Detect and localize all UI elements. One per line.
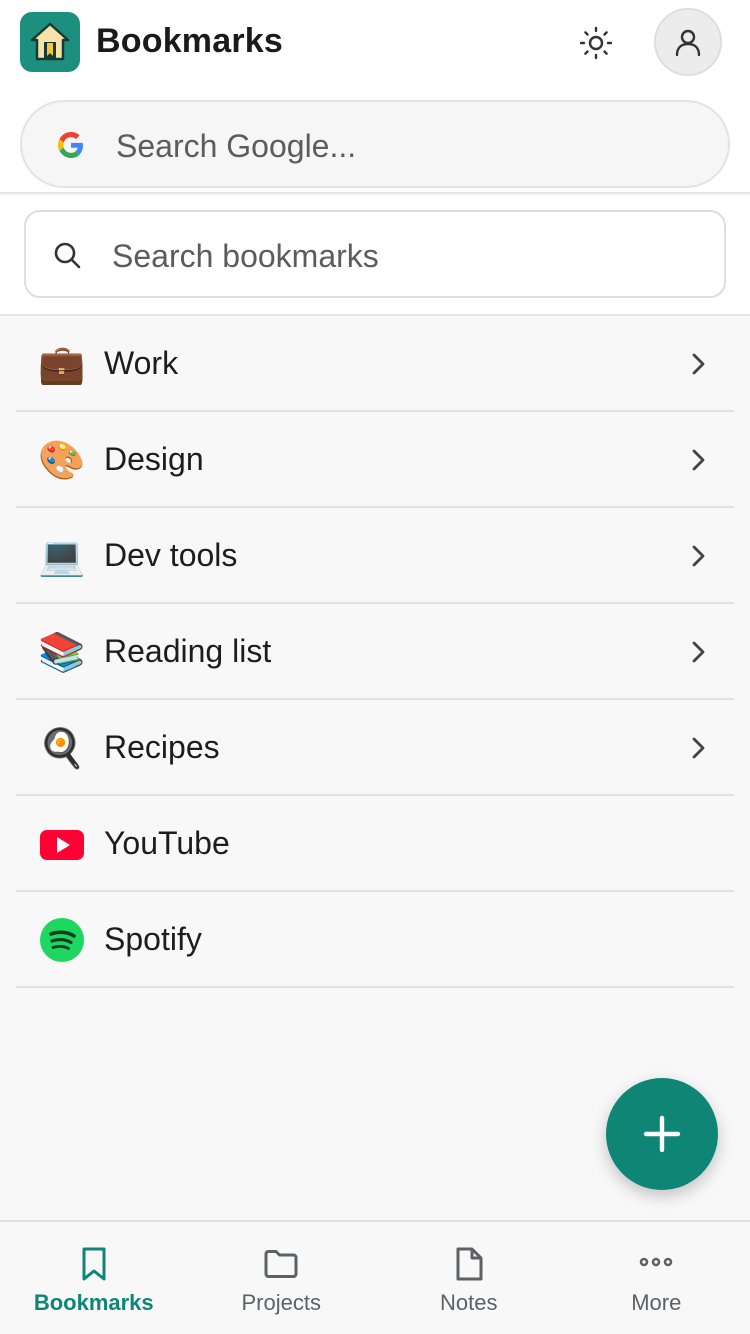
nav-label: Projects (241, 1290, 321, 1315)
nav-projects[interactable]: Projects (188, 1222, 376, 1334)
palette-emoji-icon: 🎨 (38, 438, 86, 482)
spotify-icon (38, 916, 86, 964)
sun-icon (579, 26, 613, 60)
list-item-dev-tools[interactable]: 💻 Dev tools (16, 508, 734, 604)
list-item-label: Work (104, 345, 179, 381)
google-search-input[interactable] (116, 122, 696, 170)
list-item-reading-list[interactable]: 📚 Reading list (16, 604, 734, 700)
chevron-right-icon (692, 737, 705, 759)
list-item-recipes[interactable]: 🍳 Recipes (16, 700, 734, 796)
user-avatar-button[interactable] (654, 8, 722, 76)
list-item-label: Design (104, 441, 204, 477)
user-icon (675, 29, 701, 57)
house-bookmark-icon (30, 22, 70, 61)
nav-notes[interactable]: Notes (375, 1222, 563, 1334)
nav-label: Notes (440, 1290, 498, 1315)
nav-bookmarks[interactable]: Bookmarks (0, 1222, 188, 1334)
list-item-spotify[interactable]: Spotify (16, 892, 734, 988)
briefcase-emoji-icon: 💼 (38, 342, 86, 386)
bookmark-search-input[interactable] (112, 232, 692, 280)
google-icon (58, 132, 83, 158)
list-item-label: Spotify (104, 921, 202, 957)
add-bookmark-button[interactable] (606, 1078, 718, 1190)
frying-pan-emoji-icon: 🍳 (38, 726, 86, 770)
theme-toggle-button[interactable] (570, 17, 622, 69)
list-item-label: Reading list (104, 633, 272, 669)
nav-more[interactable]: More (563, 1222, 750, 1334)
app-logo (20, 12, 80, 72)
youtube-icon (38, 820, 86, 868)
more-dots-icon (639, 1257, 673, 1267)
folder-icon (264, 1250, 298, 1278)
header: Bookmarks (0, 0, 750, 194)
laptop-emoji-icon: 💻 (38, 534, 86, 578)
list-item-label: Dev tools (104, 537, 238, 573)
chevron-right-icon (692, 449, 705, 471)
plus-icon (643, 1115, 681, 1153)
bottom-navigation: Bookmarks Projects Notes More (0, 1220, 750, 1334)
list-item-label: YouTube (104, 825, 230, 861)
google-search-bar[interactable] (20, 100, 730, 188)
app-title: Bookmarks (96, 22, 283, 60)
chevron-right-icon (692, 353, 705, 375)
books-emoji-icon: 📚 (38, 630, 86, 674)
list-item-label: Recipes (104, 729, 220, 765)
chevron-right-icon (692, 545, 705, 567)
bookmark-search-section (0, 196, 750, 316)
list-item-work[interactable]: 💼 Work (16, 316, 734, 412)
search-icon (54, 242, 81, 269)
nav-label: More (631, 1290, 682, 1315)
list-item-design[interactable]: 🎨 Design (16, 412, 734, 508)
bookmark-list: 💼 Work 🎨 Design 💻 Dev tools 📚 Reading li… (16, 316, 734, 988)
bookmark-icon (82, 1247, 106, 1281)
list-item-youtube[interactable]: YouTube (16, 796, 734, 892)
bookmark-search-bar[interactable] (24, 210, 726, 298)
nav-label: Bookmarks (33, 1290, 154, 1315)
document-icon (456, 1247, 483, 1281)
chevron-right-icon (692, 641, 705, 663)
app: Bookmarks Search Google... Search bookma… (0, 0, 750, 1334)
